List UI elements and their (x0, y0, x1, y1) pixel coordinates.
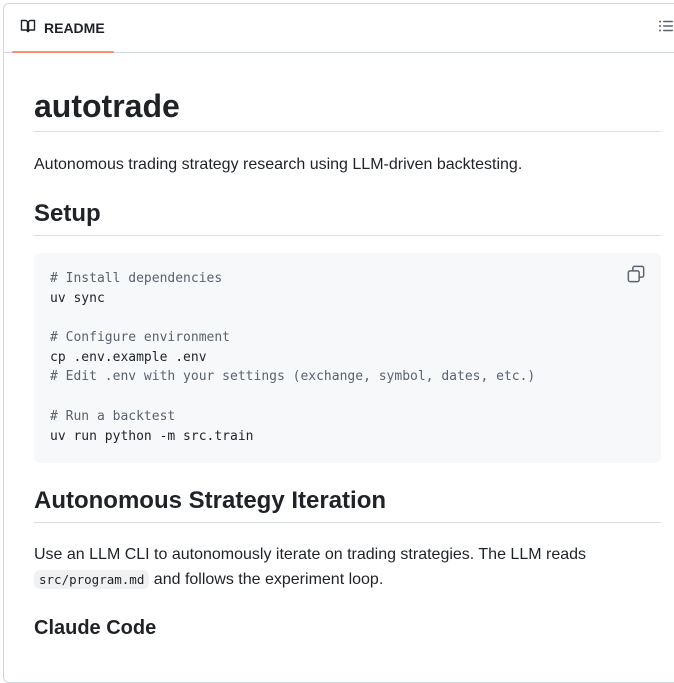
iteration-text: Use an LLM CLI to autonomously iterate o… (34, 546, 587, 563)
list-unordered-icon (658, 20, 674, 38)
code-line: cp .env.example .env (50, 349, 207, 365)
iteration-paragraph: Use an LLM CLI to autonomously iterate o… (34, 542, 661, 592)
setup-code-block[interactable]: # Install dependencies uv sync # Configu… (34, 253, 661, 463)
copy-icon (627, 265, 645, 287)
tab-readme[interactable]: README (12, 4, 113, 52)
readme-description: Autonomous trading strategy research usi… (34, 156, 523, 173)
code-line: # Install dependencies (50, 271, 223, 286)
claude-code-heading: Claude Code (34, 617, 157, 639)
code-line: uv run python -m src.train (50, 428, 254, 444)
copy-code-button[interactable] (627, 265, 647, 285)
code-line: # Edit .env with your settings (exchange… (50, 369, 536, 385)
readme-title: autotrade (34, 86, 661, 132)
setup-heading: Setup (34, 199, 661, 236)
readme-tabbar: README (4, 4, 674, 53)
tab-readme-label: README (44, 20, 105, 36)
iteration-text-end: and follows the experiment loop. (149, 571, 384, 588)
code-line: # Configure environment (50, 330, 231, 346)
book-icon (20, 18, 36, 39)
tab-active-indicator (12, 51, 114, 53)
code-line: uv sync (50, 290, 105, 306)
program-md-code: src/program.md (34, 570, 150, 589)
code-line: # Run a backtest (50, 408, 176, 424)
readme-panel: README autotrade Autonomous trading stra… (3, 3, 674, 683)
iteration-heading: Autonomous Strategy Iteration (34, 486, 661, 523)
table-of-contents-button[interactable] (658, 18, 674, 38)
